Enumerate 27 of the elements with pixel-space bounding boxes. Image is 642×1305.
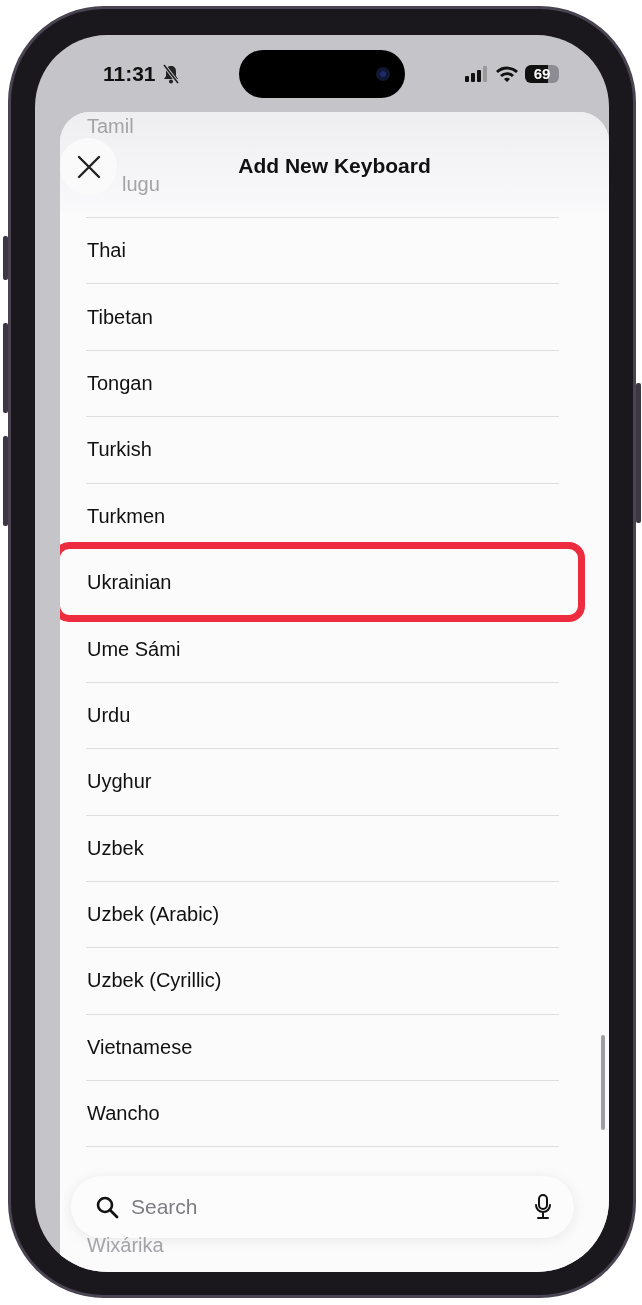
list-item-label: lugu <box>122 172 160 196</box>
wifi-icon <box>495 64 519 83</box>
keyboard-list-item[interactable]: Ume Sámi <box>86 615 559 682</box>
keyboard-list-item[interactable]: Turkish <box>86 416 559 483</box>
microphone-icon[interactable] <box>534 1194 552 1220</box>
keyboard-list-item[interactable]: Urdu <box>86 681 559 749</box>
status-time: 11:31 <box>103 61 156 86</box>
keyboard-list-item[interactable]: Uzbek <box>86 814 559 881</box>
keyboard-list-item[interactable]: Tongan <box>86 349 559 417</box>
battery-level: 69 <box>525 64 559 83</box>
keyboard-list-item[interactable]: Uzbek (Arabic) <box>86 880 559 948</box>
search-icon <box>95 1195 119 1219</box>
keyboard-list-item[interactable]: Wancho <box>86 1080 559 1147</box>
keyboard-list-item[interactable]: Uzbek (Cyrillic) <box>86 947 559 1014</box>
keyboard-list-item[interactable]: Ukrainian <box>86 548 559 616</box>
keyboard-list-item[interactable]: Tibetan <box>86 283 559 350</box>
search-bar[interactable]: Search <box>71 1176 574 1238</box>
keyboard-list-item[interactable]: Turkmen <box>86 482 559 549</box>
keyboard-list-item[interactable]: Uyghur <box>86 748 559 815</box>
keyboard-list-item[interactable]: Thai <box>86 217 559 284</box>
sheet-title: Add New Keyboard <box>238 154 431 178</box>
close-icon <box>76 154 101 179</box>
search-field[interactable]: Search <box>129 1194 524 1220</box>
list-item-label: Tamil <box>87 115 134 137</box>
keyboard-list-item[interactable]: Vietnamese <box>86 1013 559 1081</box>
signal-icon <box>465 65 489 82</box>
camera-icon <box>375 65 392 82</box>
